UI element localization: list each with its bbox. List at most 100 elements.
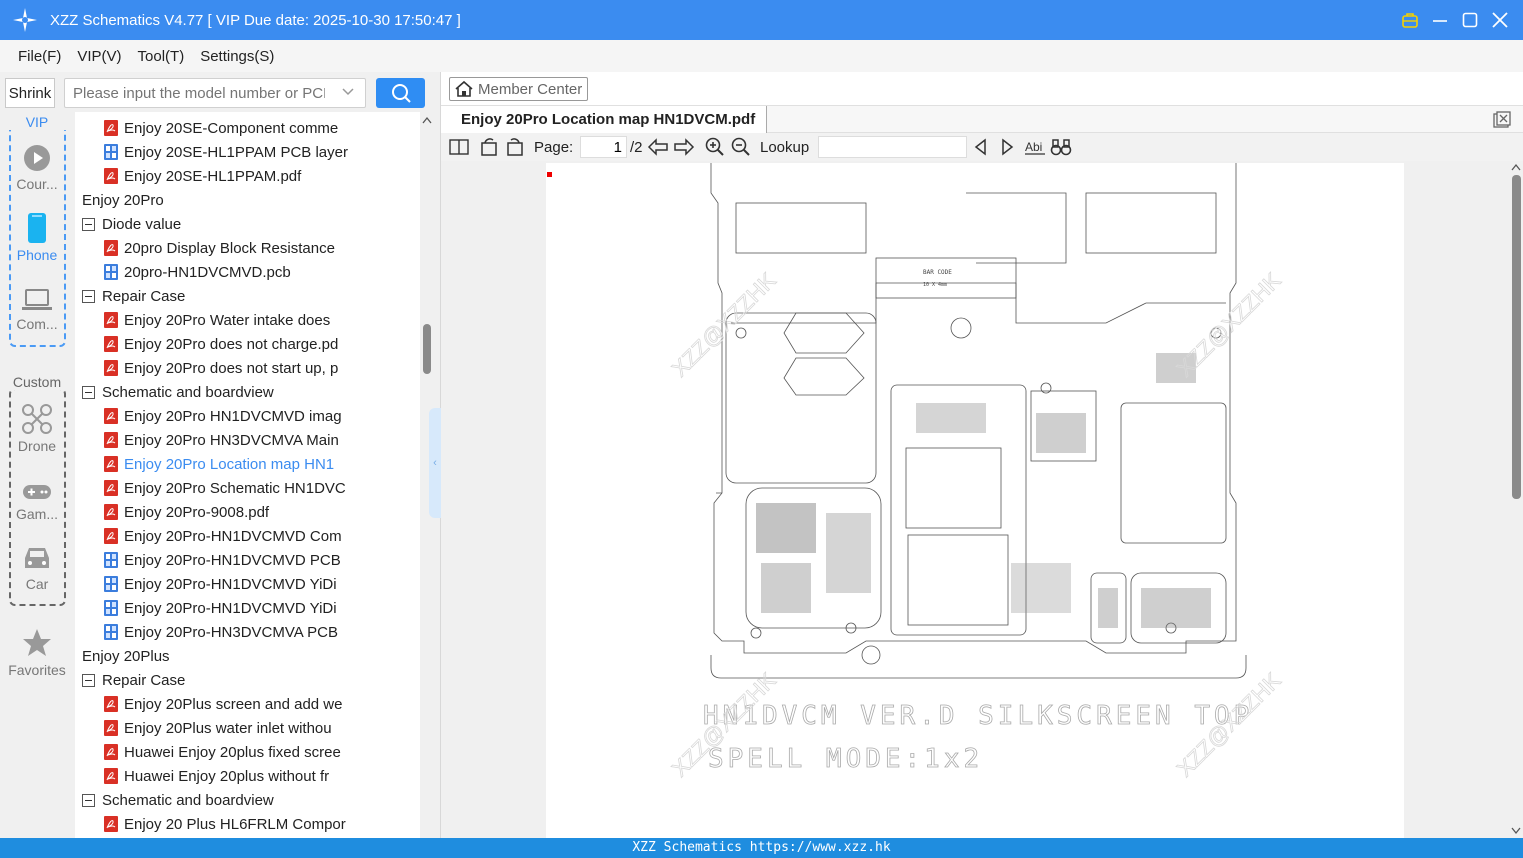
star-icon xyxy=(23,629,51,656)
tab-title: Enjoy 20Pro Location map HN1DVCM.pdf xyxy=(461,111,756,128)
tree-folder[interactable]: Schematic and boardview xyxy=(82,380,406,404)
pdf-toolbar: Page: /2 Lookup Abi xyxy=(441,133,1523,161)
tree-file[interactable]: Enjoy 20Pro-9008.pdf xyxy=(104,500,406,524)
tree-file[interactable]: Enjoy 20Pro-HN1DVCMVD Com xyxy=(104,524,406,548)
find-prev-icon[interactable] xyxy=(973,137,989,157)
tree-file[interactable]: Enjoy 20SE-Component comme xyxy=(104,116,406,140)
collapse-toggle-icon[interactable] xyxy=(82,793,95,807)
tree-folder[interactable]: Diode value xyxy=(82,212,406,236)
pdf-file-icon xyxy=(104,504,118,520)
pdf-viewport[interactable]: BAR CODE 10 X 4mm HN1DVCM VER.D SILKSCRE… xyxy=(441,161,1523,838)
home-icon xyxy=(455,80,473,97)
shrink-button[interactable]: Shrink xyxy=(5,78,55,108)
scroll-down-icon[interactable] xyxy=(1509,825,1523,837)
collapse-toggle-icon[interactable] xyxy=(82,289,95,303)
maximize-button[interactable] xyxy=(1461,11,1479,29)
member-center-button[interactable]: Member Center xyxy=(449,77,588,101)
zoom-out-icon[interactable] xyxy=(731,137,751,157)
tree-file[interactable]: Enjoy 20Pro Schematic HN1DVC xyxy=(104,476,406,500)
rotate-right-icon[interactable] xyxy=(505,137,525,157)
menu-file[interactable]: File(F) xyxy=(18,48,61,65)
menu-vip[interactable]: VIP(V) xyxy=(77,48,121,65)
favorites[interactable]: Favorites xyxy=(0,628,74,678)
pdf-file-icon xyxy=(104,168,118,184)
tree-item-label: Enjoy 20Pro Water intake does xyxy=(124,311,331,329)
tree-file[interactable]: Enjoy 20Pro-HN1DVCMVD PCB xyxy=(104,548,406,572)
collapse-toggle-icon[interactable] xyxy=(82,673,95,687)
collapse-sidebar-handle[interactable]: ‹ xyxy=(429,408,441,518)
lookup-input[interactable] xyxy=(818,136,967,158)
tree-scroll-thumb[interactable] xyxy=(423,324,431,374)
viewer-scrollbar[interactable] xyxy=(1509,161,1523,838)
tree-file[interactable]: Enjoy 20Pro Water intake does xyxy=(104,308,406,332)
split-view-icon[interactable] xyxy=(449,137,469,157)
tree-item-label: Enjoy 20 Plus HL6FRLM Compor xyxy=(124,815,346,833)
tree-item-label: Repair Case xyxy=(102,287,186,305)
close-tabs-icon[interactable] xyxy=(1493,111,1511,129)
next-page-icon[interactable] xyxy=(673,137,695,157)
laptop-icon xyxy=(22,289,52,310)
pdf-file-icon xyxy=(104,120,118,136)
barcode-size: 10 X 4mm xyxy=(923,282,947,288)
tree-file[interactable]: Enjoy 20Plus screen and add we xyxy=(104,692,406,716)
page-number-input[interactable] xyxy=(580,136,627,158)
chevron-down-icon[interactable] xyxy=(341,85,355,99)
tree-file[interactable]: 20pro-HN1DVCMVD.pcb xyxy=(104,260,406,284)
pdf-file-icon xyxy=(104,480,118,496)
tree-file[interactable]: Enjoy 20Pro-HN1DVCMVD YiDi xyxy=(104,596,406,620)
close-button[interactable] xyxy=(1491,11,1509,29)
tab-location-map[interactable]: Enjoy 20Pro Location map HN1DVCM.pdf xyxy=(441,106,767,133)
tree-item-label: Enjoy 20Pro-HN1DVCMVD YiDi xyxy=(124,599,337,617)
category-game[interactable]: Gam... xyxy=(0,482,74,522)
menu-settings[interactable]: Settings(S) xyxy=(200,48,274,65)
scroll-up-icon[interactable] xyxy=(420,114,434,126)
zoom-in-icon[interactable] xyxy=(705,137,725,157)
tree-file[interactable]: Enjoy 20Pro-HN1DVCMVD YiDi xyxy=(104,572,406,596)
rotate-left-icon[interactable] xyxy=(479,137,499,157)
category-phone[interactable]: Phone xyxy=(0,213,74,263)
tree-folder[interactable]: Enjoy 20Plus xyxy=(75,644,406,668)
category-course[interactable]: Cour... xyxy=(0,144,74,192)
prev-page-icon[interactable] xyxy=(647,137,669,157)
tree-file[interactable]: 20pro Display Block Resistance xyxy=(104,236,406,260)
tree-folder[interactable]: Schematic and boardview xyxy=(82,788,406,812)
menu-tool[interactable]: Tool(T) xyxy=(138,48,185,65)
scroll-up-icon[interactable] xyxy=(1509,161,1523,173)
drone-icon xyxy=(22,404,52,434)
tree-file[interactable]: Huawei Enjoy 20plus without fr xyxy=(104,764,406,788)
tree-file[interactable]: Enjoy 20 Plus HL6FRLM Compor xyxy=(104,812,406,836)
tree-file[interactable]: Enjoy 20SE-HL1PPAM.pdf xyxy=(104,164,406,188)
find-next-icon[interactable] xyxy=(999,137,1015,157)
tree-file[interactable]: Enjoy 20Pro does not start up, p xyxy=(104,356,406,380)
binoculars-icon[interactable] xyxy=(1050,137,1072,157)
custom-group-label: Custom xyxy=(0,374,74,390)
tree-folder[interactable]: Repair Case xyxy=(82,284,406,308)
pcb-file-icon xyxy=(104,576,118,592)
tree-file[interactable]: Enjoy 20SE-HL1PPAM PCB layer xyxy=(104,140,406,164)
category-computer-label: Com... xyxy=(16,316,58,332)
search-button[interactable] xyxy=(376,78,425,108)
category-car[interactable]: Car xyxy=(0,544,74,592)
viewer-scroll-thumb[interactable] xyxy=(1512,175,1521,499)
collapse-toggle-icon[interactable] xyxy=(82,385,95,399)
tree-file[interactable]: Enjoy 20Pro does not charge.pd xyxy=(104,332,406,356)
tree-file[interactable]: Enjoy 20Pro Location map HN1 xyxy=(104,452,406,476)
search-icon xyxy=(391,84,411,103)
vip-group-label: VIP xyxy=(0,114,74,130)
collapse-toggle-icon[interactable] xyxy=(82,217,95,231)
tree-folder[interactable]: Repair Case xyxy=(82,668,406,692)
search-input[interactable] xyxy=(65,79,325,107)
vip-bag-icon[interactable] xyxy=(1401,11,1419,29)
tree-file[interactable]: Enjoy 20Plus water inlet withou xyxy=(104,716,406,740)
minimize-button[interactable] xyxy=(1431,11,1449,29)
tree-file[interactable]: Enjoy 20Pro-HN3DVCMVA PCB xyxy=(104,620,406,644)
document-tabs: Enjoy 20Pro Location map HN1DVCM.pdf xyxy=(441,105,1523,133)
tree-file[interactable]: Enjoy 20Pro HN3DVCMVA Main xyxy=(104,428,406,452)
tree-file[interactable]: Huawei Enjoy 20plus fixed scree xyxy=(104,740,406,764)
watermark-text: XZZ@XZZHK xyxy=(667,267,781,381)
match-case-icon[interactable]: Abi xyxy=(1024,137,1046,157)
tree-file[interactable]: Enjoy 20Pro HN1DVCMVD imag xyxy=(104,404,406,428)
category-drone[interactable]: Drone xyxy=(0,404,74,454)
category-computer[interactable]: Com... xyxy=(0,288,74,332)
tree-folder[interactable]: Enjoy 20Pro xyxy=(75,188,406,212)
